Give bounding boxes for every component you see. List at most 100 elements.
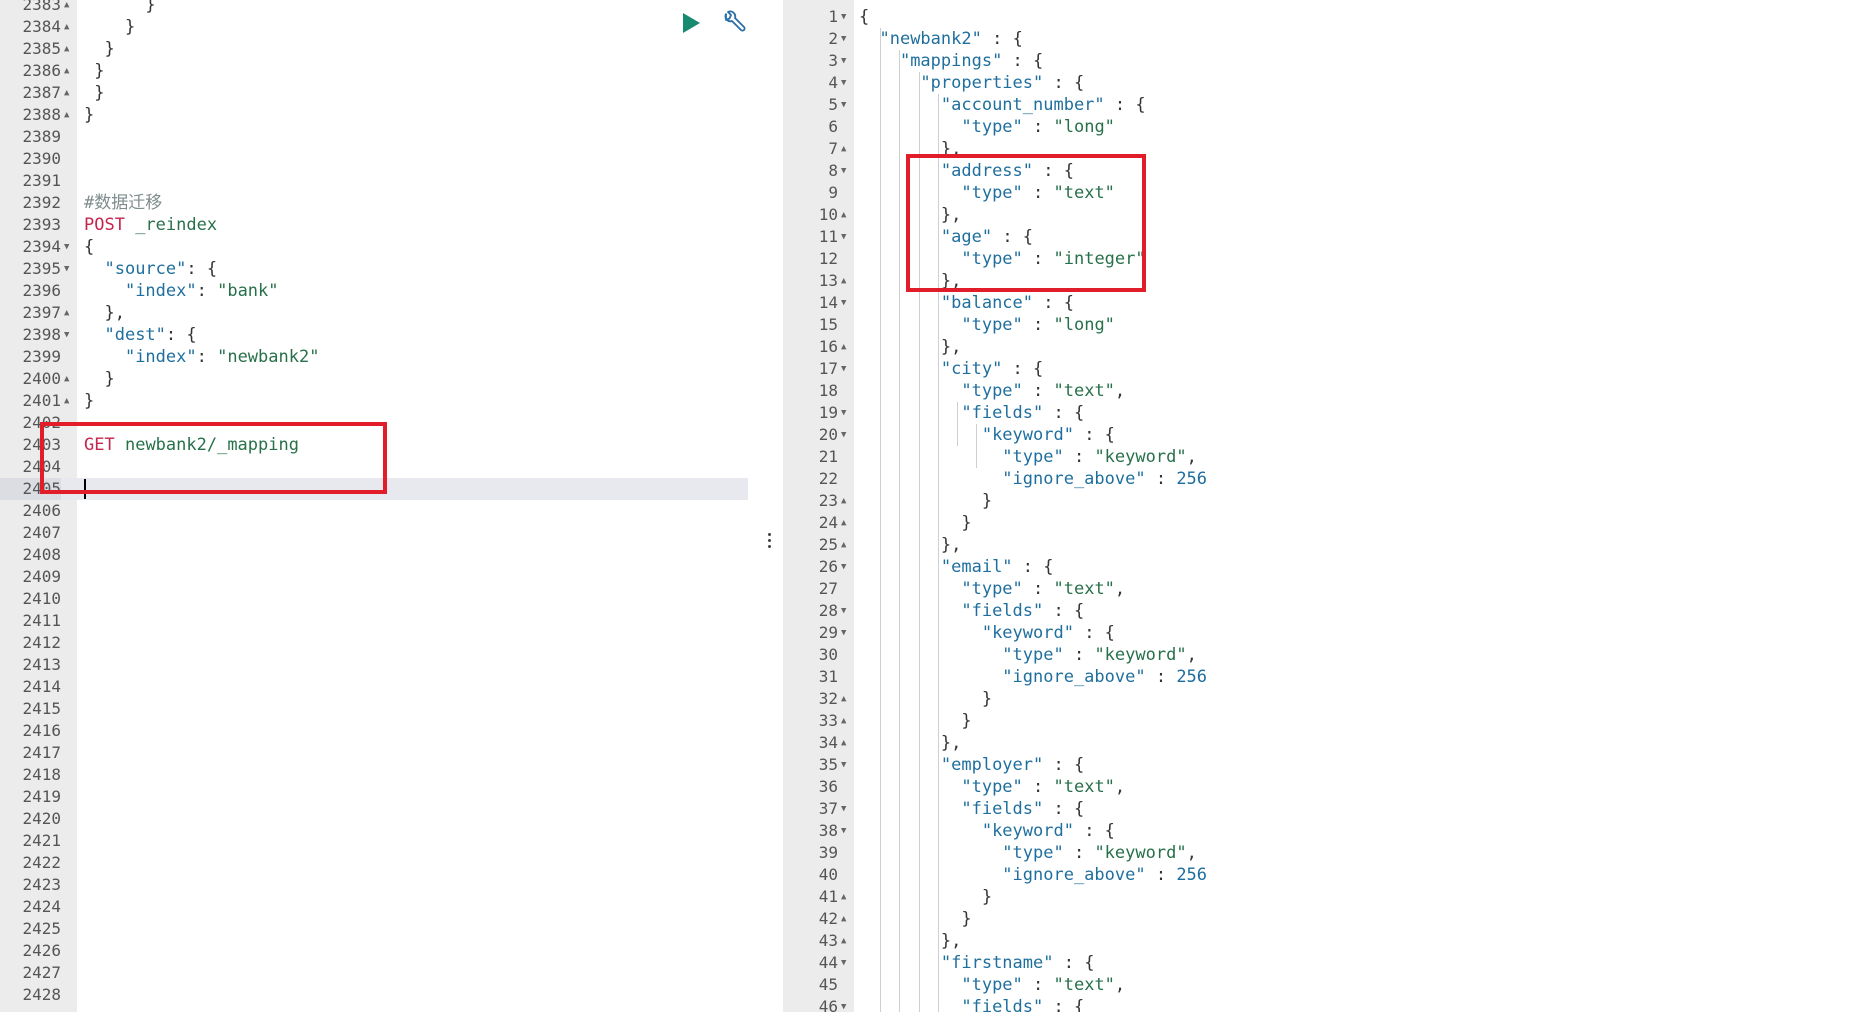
pane-resize-handle[interactable]: [764, 520, 774, 560]
request-line[interactable]: 2396 "index": "bank": [0, 280, 748, 302]
request-line[interactable]: 2406: [0, 500, 748, 522]
fold-collapse-icon[interactable]: ▼: [841, 952, 846, 974]
request-line[interactable]: 2424: [0, 896, 748, 918]
fold-expand-icon[interactable]: ▲: [64, 390, 69, 412]
fold-expand-icon[interactable]: ▲: [841, 512, 846, 534]
request-line[interactable]: 2411: [0, 610, 748, 632]
fold-expand-icon[interactable]: ▲: [64, 60, 69, 82]
request-line[interactable]: 2421: [0, 830, 748, 852]
request-line[interactable]: 2416: [0, 720, 748, 742]
fold-collapse-icon[interactable]: ▼: [64, 236, 69, 258]
request-line[interactable]: 2420: [0, 808, 748, 830]
code-text: "fields" : {: [961, 403, 1085, 423]
fold-expand-icon[interactable]: ▲: [64, 38, 69, 60]
request-settings-button[interactable]: [718, 8, 748, 38]
request-line[interactable]: 2415: [0, 698, 748, 720]
request-line[interactable]: 2409: [0, 566, 748, 588]
request-line[interactable]: 2394 ▼ {: [0, 236, 748, 258]
fold-collapse-icon[interactable]: ▼: [841, 358, 846, 380]
fold-collapse-icon[interactable]: ▼: [841, 226, 846, 248]
request-line[interactable]: 2428: [0, 984, 748, 1006]
line-number: 14: [818, 293, 838, 312]
fold-expand-icon[interactable]: ▲: [841, 732, 846, 754]
fold-collapse-icon[interactable]: ▼: [841, 28, 846, 50]
request-line[interactable]: 2407: [0, 522, 748, 544]
fold-expand-icon[interactable]: ▲: [841, 710, 846, 732]
request-line[interactable]: 2410: [0, 588, 748, 610]
fold-collapse-icon[interactable]: ▼: [841, 292, 846, 314]
request-line[interactable]: 2398 ▼ "dest": {: [0, 324, 748, 346]
fold-expand-icon[interactable]: ▲: [64, 368, 69, 390]
fold-collapse-icon[interactable]: ▼: [841, 754, 846, 776]
fold-expand-icon[interactable]: ▲: [841, 886, 846, 908]
request-line[interactable]: 2419: [0, 786, 748, 808]
fold-collapse-icon[interactable]: ▼: [841, 50, 846, 72]
request-line[interactable]: 2385 ▲ }: [0, 38, 748, 60]
fold-collapse-icon[interactable]: ▼: [64, 324, 69, 346]
fold-collapse-icon[interactable]: ▼: [841, 94, 846, 116]
fold-collapse-icon[interactable]: ▼: [841, 402, 846, 424]
code-text: "keyword" : {: [981, 623, 1115, 643]
request-line[interactable]: 2425: [0, 918, 748, 940]
request-editor-code[interactable]: 2383 ▲ } 2384 ▲ } 2385 ▲ } 2386 ▲ } 2387 ▲ } 2388 ▲…: [0, 0, 748, 1006]
fold-collapse-icon[interactable]: ▼: [841, 622, 846, 644]
fold-expand-icon[interactable]: ▲: [841, 908, 846, 930]
run-request-button[interactable]: [676, 8, 706, 38]
request-line[interactable]: 2418: [0, 764, 748, 786]
fold-collapse-icon[interactable]: ▼: [841, 820, 846, 842]
request-line[interactable]: 2388 ▲}: [0, 104, 748, 126]
fold-expand-icon[interactable]: ▲: [841, 336, 846, 358]
fold-collapse-icon[interactable]: ▼: [64, 258, 69, 280]
request-line[interactable]: 2399 "index": "newbank2": [0, 346, 748, 368]
request-line[interactable]: 2393 POST _reindex: [0, 214, 748, 236]
request-line[interactable]: 2401 ▲}: [0, 390, 748, 412]
request-line[interactable]: 2392 #数据迁移: [0, 192, 748, 214]
request-line[interactable]: 2414: [0, 676, 748, 698]
line-number: 2391: [22, 171, 61, 190]
fold-expand-icon[interactable]: ▲: [64, 302, 69, 324]
request-line[interactable]: 2408: [0, 544, 748, 566]
fold-collapse-icon[interactable]: ▼: [841, 6, 846, 28]
line-number: 15: [818, 315, 838, 334]
request-line[interactable]: 2397 ▲ },: [0, 302, 748, 324]
fold-expand-icon[interactable]: ▲: [841, 138, 846, 160]
fold-expand-icon[interactable]: ▲: [841, 490, 846, 512]
response-viewer[interactable]: 1 ▼{2 ▼ "newbank2" : {3 ▼ "mappings" : {4 ▼ …: [783, 0, 1854, 1012]
response-line: 17 ▼ "city" : {: [783, 358, 1854, 380]
fold-expand-icon[interactable]: ▲: [841, 534, 846, 556]
request-line[interactable]: 2427: [0, 962, 748, 984]
fold-expand-icon[interactable]: ▲: [841, 204, 846, 226]
fold-expand-icon[interactable]: ▲: [841, 688, 846, 710]
fold-expand-icon[interactable]: ▲: [64, 0, 69, 16]
request-line[interactable]: 2386 ▲ }: [0, 60, 748, 82]
request-line[interactable]: 2390: [0, 148, 748, 170]
request-line[interactable]: 2395 ▼ "source": {: [0, 258, 748, 280]
fold-collapse-icon[interactable]: ▼: [841, 72, 846, 94]
fold-collapse-icon[interactable]: ▼: [841, 996, 846, 1012]
request-line[interactable]: 2383 ▲ }: [0, 0, 748, 16]
request-line[interactable]: 2384 ▲ }: [0, 16, 748, 38]
fold-collapse-icon[interactable]: ▼: [841, 798, 846, 820]
request-editor[interactable]: 2383 ▲ } 2384 ▲ } 2385 ▲ } 2386 ▲ } 2387 ▲ } 2388 ▲…: [0, 0, 748, 1012]
fold-expand-icon[interactable]: ▲: [841, 270, 846, 292]
fold-expand-icon[interactable]: ▲: [64, 16, 69, 38]
fold-collapse-icon[interactable]: ▼: [841, 600, 846, 622]
request-line[interactable]: 2389: [0, 126, 748, 148]
request-line[interactable]: 2426: [0, 940, 748, 962]
request-line[interactable]: 2422: [0, 852, 748, 874]
request-line[interactable]: 2413: [0, 654, 748, 676]
line-number: 21: [818, 447, 838, 466]
indent-guide: [976, 424, 978, 468]
request-line[interactable]: 2400 ▲ }: [0, 368, 748, 390]
fold-collapse-icon[interactable]: ▼: [841, 160, 846, 182]
fold-expand-icon[interactable]: ▲: [64, 104, 69, 126]
request-line[interactable]: 2391: [0, 170, 748, 192]
fold-expand-icon[interactable]: ▲: [64, 82, 69, 104]
fold-expand-icon[interactable]: ▲: [841, 930, 846, 952]
request-line[interactable]: 2417: [0, 742, 748, 764]
request-line[interactable]: 2412: [0, 632, 748, 654]
fold-collapse-icon[interactable]: ▼: [841, 556, 846, 578]
fold-collapse-icon[interactable]: ▼: [841, 424, 846, 446]
request-line[interactable]: 2387 ▲ }: [0, 82, 748, 104]
request-line[interactable]: 2423: [0, 874, 748, 896]
